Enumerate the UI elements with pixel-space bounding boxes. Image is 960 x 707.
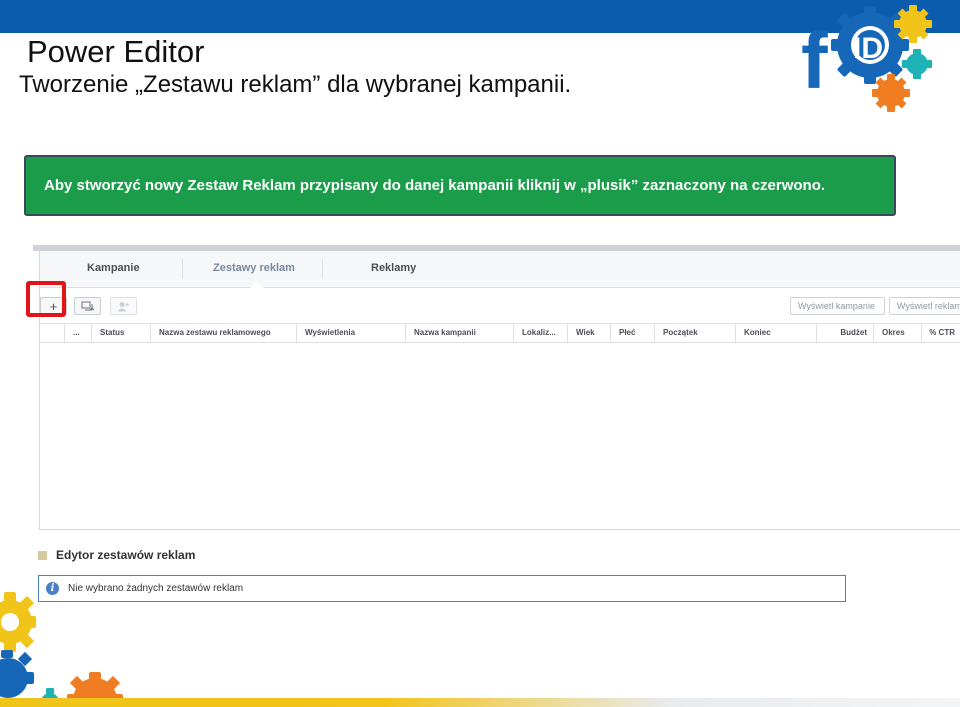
toolbar: + Wyświetl kampanie Wyświetl reklamy [26, 281, 960, 322]
show-campaigns-button[interactable]: Wyświetl kampanie [790, 297, 885, 315]
fid-logo: f ID [801, 5, 932, 112]
column-location[interactable]: Lokaliz... [513, 324, 567, 342]
teal-gear-icon [902, 49, 932, 79]
column-budget[interactable]: Budżet [816, 324, 873, 342]
column-ctr[interactable]: % CTR [921, 324, 960, 342]
main-panel: Kampanie Zestawy reklam Reklamy + Wyświe… [26, 251, 960, 530]
column-checkbox[interactable] [40, 324, 64, 342]
table-header: ... Status Nazwa zestawu reklamowego Wyś… [40, 323, 960, 343]
column-start[interactable]: Początek [654, 324, 735, 342]
column-impressions[interactable]: Wyświetlenia [296, 324, 405, 342]
decorative-gears [0, 592, 123, 707]
no-selection-notice: i Nie wybrano żadnych zestawów reklam [38, 575, 846, 602]
tab-campaigns[interactable]: Kampanie [87, 262, 140, 274]
column-age[interactable]: Wiek [567, 324, 610, 342]
power-editor-screenshot: Kampanie Zestawy reklam Reklamy + Wyświe… [26, 245, 960, 645]
column-adset-name[interactable]: Nazwa zestawu reklamowego [150, 324, 296, 342]
tab-ads[interactable]: Reklamy [371, 262, 416, 274]
instruction-callout: Aby stworzyć nowy Zestaw Reklam przypisa… [24, 155, 896, 216]
duplicate-button[interactable] [74, 297, 101, 315]
blue-gear-icon [0, 650, 34, 698]
adset-editor-title: Edytor zestawów reklam [56, 548, 196, 562]
adset-editor-heading: Edytor zestawów reklam [38, 548, 195, 562]
show-ads-button[interactable]: Wyświetl reklamy [889, 297, 960, 315]
active-tab-pointer [250, 281, 264, 288]
tab-bar: Kampanie Zestawy reklam Reklamy [40, 251, 960, 288]
column-gender[interactable]: Płeć [610, 324, 654, 342]
column-end[interactable]: Koniec [735, 324, 816, 342]
column-status[interactable]: Status [91, 324, 150, 342]
tab-adsets[interactable]: Zestawy reklam [213, 262, 295, 274]
logo-letters-id: ID [853, 32, 883, 65]
column-campaign-name[interactable]: Nazwa kampanii [405, 324, 513, 342]
column-period[interactable]: Okres [873, 324, 921, 342]
audience-button[interactable] [110, 297, 137, 315]
audience-icon [117, 301, 128, 311]
duplicate-icon [81, 301, 94, 310]
column-more[interactable]: ... [64, 324, 91, 342]
logo-letter-f: f [801, 16, 828, 105]
slide-subtitle: Tworzenie „Zestawu reklam” dla wybranej … [19, 71, 572, 98]
slide-title: Power Editor [27, 34, 205, 69]
section-marker-icon [38, 550, 47, 560]
tab-separator [322, 259, 323, 279]
tab-separator [182, 259, 183, 279]
red-highlight-frame [26, 281, 66, 317]
bottom-decorative-strip [0, 698, 960, 707]
orange-gear-icon [872, 74, 910, 112]
